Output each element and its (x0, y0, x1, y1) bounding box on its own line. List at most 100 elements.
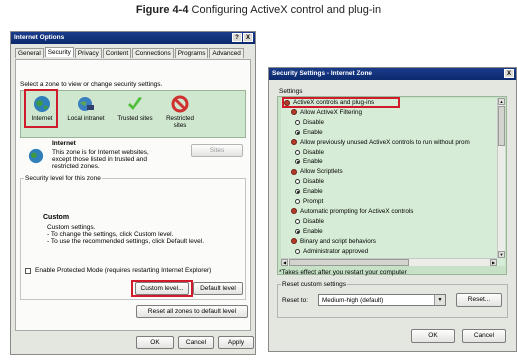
setting-label: Administrator approved (303, 247, 369, 255)
internet-options-titlebar: Internet Options ? X (11, 32, 255, 44)
security-settings-title: Security Settings - Internet Zone (272, 70, 373, 77)
zone-title: Internet (52, 140, 76, 147)
setting-label: Allow previously unused ActiveX controls… (300, 138, 470, 146)
reset-button[interactable]: Reset... (456, 293, 502, 307)
security-settings-titlebar: Security Settings - Internet Zone X (269, 68, 516, 80)
protected-mode-checkbox[interactable] (25, 267, 31, 274)
setting-label: Disable (303, 217, 324, 225)
restart-note: *Takes effect after you restart your com… (279, 269, 407, 276)
setting-label: Allow ActiveX Filtering (300, 108, 362, 116)
tab-content[interactable]: Content (102, 48, 132, 58)
protected-mode-row[interactable]: Enable Protected Mode (requires restarti… (25, 267, 211, 274)
apply-button[interactable]: Apply (218, 336, 254, 349)
security-level-label: Security level for this zone (24, 175, 102, 182)
zone-restricted-sites[interactable]: Restricted sites (163, 95, 197, 129)
custom-line-1: Custom settings. (47, 224, 96, 231)
scroll-thumb[interactable] (498, 106, 505, 146)
setting-category: Allow Scriptlets (291, 168, 343, 175)
radio-button[interactable] (295, 218, 300, 224)
setting-label: Disable (303, 148, 324, 156)
setting-gear-icon (291, 109, 297, 116)
setting-option[interactable]: Disable (295, 218, 324, 225)
scroll-up-arrow[interactable]: ▲ (498, 98, 505, 105)
figure-title: Configuring ActiveX control and plug-in (191, 4, 382, 16)
reset-to-select[interactable]: Medium-high (default) ▼ (318, 294, 446, 306)
tab-security[interactable]: Security (44, 47, 74, 57)
security-tab-panel: Select a zone to view or change security… (15, 59, 251, 331)
reset-custom-label: Reset custom settings (281, 281, 347, 288)
help-button[interactable]: ? (232, 33, 242, 42)
radio-button[interactable] (295, 129, 300, 135)
ok-button[interactable]: OK (411, 329, 455, 343)
setting-option[interactable]: Enable (295, 188, 323, 195)
internet-zone-highlight (24, 89, 58, 128)
chevron-down-icon: ▼ (434, 295, 445, 305)
reset-to-value: Medium-high (default) (322, 297, 384, 304)
tab-general[interactable]: General (15, 48, 44, 58)
figure-label: Figure 4-4 (135, 4, 189, 16)
reset-all-zones-button[interactable]: Reset all zones to default level (136, 305, 248, 318)
default-level-button[interactable]: Default level (193, 282, 243, 295)
tab-programs[interactable]: Programs (174, 48, 209, 58)
setting-option[interactable]: Disable (295, 149, 324, 156)
tree-horizontal-scrollbar[interactable]: ◀ ▶ (281, 258, 497, 266)
setting-option[interactable]: Disable (295, 178, 324, 185)
settings-tree[interactable]: ActiveX controls and plug-ins Allow Activ… (281, 98, 505, 266)
radio-button[interactable] (295, 248, 300, 254)
radio-button[interactable] (295, 149, 300, 155)
cancel-button[interactable]: Cancel (462, 329, 506, 343)
setting-label: Prompt (303, 198, 324, 205)
scroll-left-arrow[interactable]: ◀ (281, 259, 288, 266)
tab-connections[interactable]: Connections (132, 48, 174, 58)
activex-highlight (282, 97, 400, 108)
close-button[interactable]: X (504, 69, 514, 78)
ok-button[interactable]: OK (136, 336, 174, 349)
setting-option[interactable]: Enable (295, 228, 323, 235)
radio-button[interactable] (295, 199, 300, 204)
setting-option[interactable]: Administrator approved (295, 248, 368, 255)
intranet-icon (78, 97, 94, 111)
radio-button[interactable] (295, 228, 300, 234)
setting-gear-icon (291, 139, 297, 146)
scroll-right-arrow[interactable]: ▶ (490, 259, 497, 266)
radio-button[interactable] (295, 119, 300, 125)
zone-local-intranet-label: Local intranet (67, 115, 105, 122)
cancel-button[interactable]: Cancel (178, 336, 214, 349)
setting-label: Disable (303, 118, 324, 126)
radio-button[interactable] (295, 159, 300, 165)
setting-gear-icon (291, 208, 297, 215)
hscroll-thumb[interactable] (289, 259, 409, 266)
setting-category: Allow ActiveX Filtering (291, 109, 362, 116)
sites-button[interactable]: Sites (191, 144, 243, 157)
zone-description-line-2: except those listed in trusted and (52, 156, 148, 163)
setting-option[interactable]: Enable (295, 158, 323, 165)
scroll-down-arrow[interactable]: ▼ (498, 251, 505, 258)
internet-options-title: Internet Options (14, 34, 65, 41)
close-button[interactable]: X (243, 33, 253, 42)
setting-option[interactable]: Disable (295, 119, 324, 126)
tab-advanced[interactable]: Advanced (209, 48, 244, 58)
reset-to-label: Reset to: (282, 297, 309, 304)
radio-button[interactable] (295, 189, 300, 195)
setting-category: Binary and script behaviors (291, 238, 376, 245)
tab-privacy[interactable]: Privacy (74, 48, 102, 58)
setting-option[interactable]: Prompt (295, 198, 323, 205)
security-level-group: Security level for this zone Custom Cust… (20, 175, 246, 300)
setting-category: Allow previously unused ActiveX controls… (291, 139, 470, 146)
zone-restricted-sites-label: Restricted sites (166, 115, 194, 129)
setting-option[interactable]: Enable (295, 129, 323, 136)
radio-button[interactable] (295, 179, 300, 185)
zone-local-intranet[interactable]: Local intranet (65, 95, 107, 122)
checkmark-icon (128, 97, 142, 110)
figure-caption: Figure 4-4 Configuring ActiveX control a… (0, 4, 517, 16)
setting-gear-icon (291, 168, 297, 175)
setting-label: Enable (303, 188, 323, 196)
custom-level-highlight (131, 280, 193, 297)
setting-gear-icon (291, 238, 297, 245)
zone-trusted-sites[interactable]: Trusted sites (115, 95, 155, 122)
tree-vertical-scrollbar[interactable]: ▲ ▼ (497, 98, 505, 258)
setting-label: Allow Scriptlets (300, 168, 343, 176)
zone-trusted-sites-label: Trusted sites (117, 115, 153, 122)
internet-options-window: Internet Options ? X General Security Pr… (10, 31, 256, 355)
no-entry-icon (171, 95, 189, 113)
